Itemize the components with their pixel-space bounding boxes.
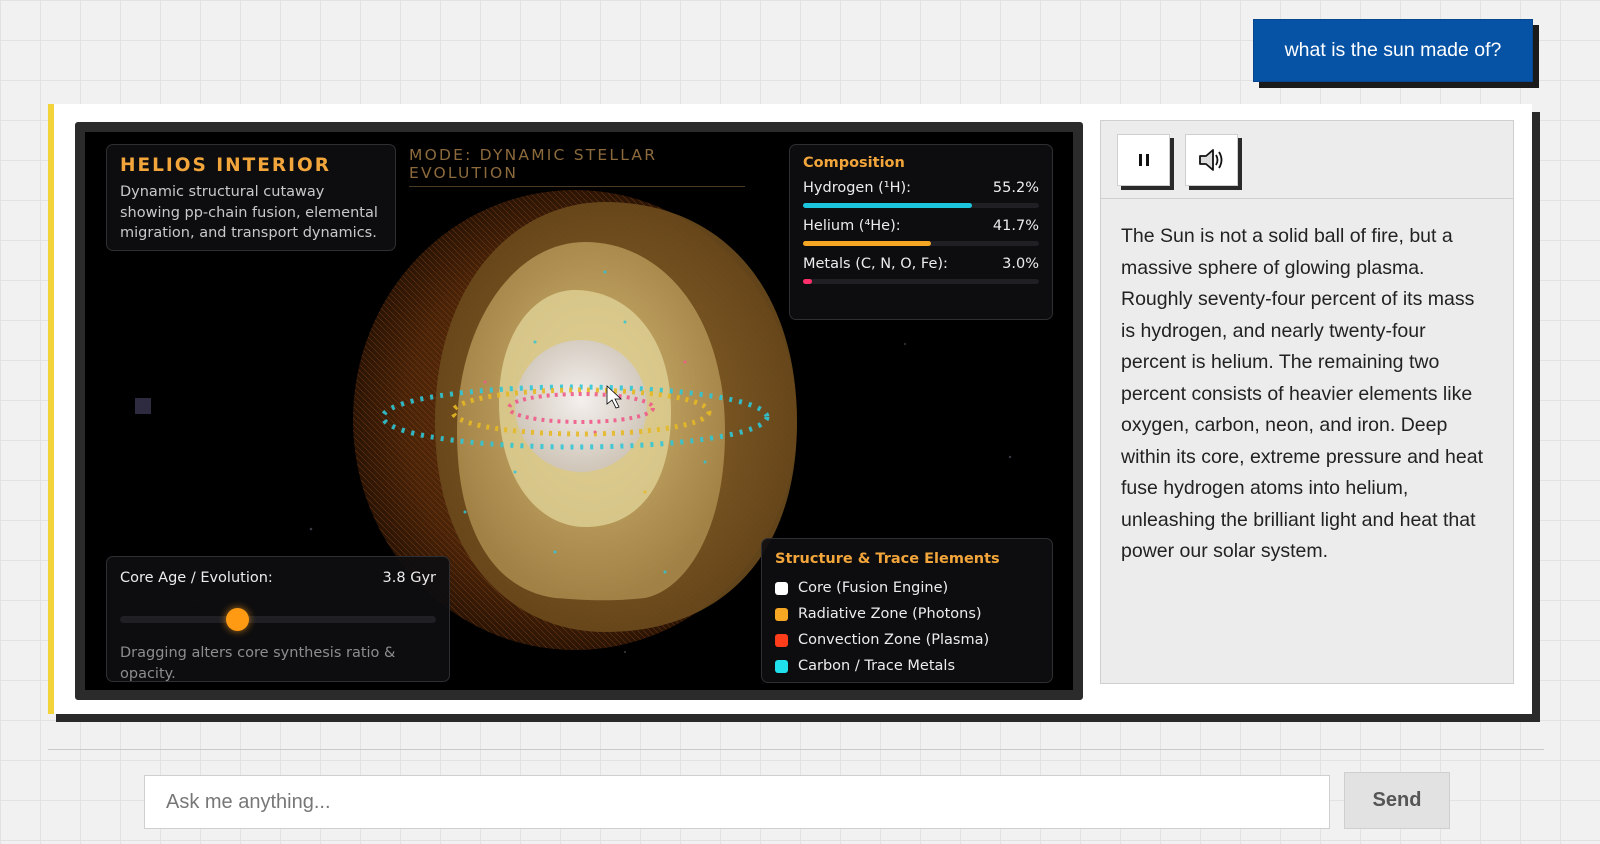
legend-item-radiative: Radiative Zone (Photons)	[775, 601, 1039, 627]
volume-button[interactable]	[1185, 134, 1238, 186]
legend-swatch	[775, 633, 788, 647]
composition-value: 41.7%	[992, 218, 1039, 234]
composition-title: Composition	[803, 155, 905, 171]
composition-panel: Composition Hydrogen (¹H): 55.2% Helium …	[789, 144, 1053, 320]
chat-input[interactable]	[144, 775, 1330, 829]
mode-label: MODE: DYNAMIC STELLAR EVOLUTION	[409, 146, 745, 187]
legend-swatch	[775, 607, 788, 621]
composition-label: Hydrogen (¹H):	[803, 180, 912, 196]
legend-label: Core (Fusion Engine)	[798, 580, 949, 596]
composition-label: Metals (C, N, O, Fe):	[803, 256, 948, 272]
legend-label: Radiative Zone (Photons)	[798, 606, 982, 622]
legend-label: Carbon / Trace Metals	[798, 658, 956, 674]
viz-title: HELIOS INTERIOR	[120, 155, 332, 176]
core-age-note: Dragging alters core synthesis ratio & o…	[120, 645, 396, 682]
composition-value: 3.0%	[1002, 256, 1039, 272]
composition-row-helium: Helium (⁴He): 41.7%	[803, 218, 1039, 246]
transcript-panel: The Sun is not a solid ball of fire, but…	[1100, 120, 1514, 684]
composition-label: Helium (⁴He):	[803, 218, 901, 234]
speaker-icon	[1198, 149, 1222, 171]
pause-button[interactable]	[1117, 134, 1170, 186]
legend-panel: Structure & Trace Elements Core (Fusion …	[761, 538, 1053, 683]
pause-icon	[1138, 154, 1149, 166]
divider	[48, 749, 1544, 750]
audio-toolbar	[1101, 121, 1513, 199]
transcript-text: The Sun is not a solid ball of fire, but…	[1121, 225, 1484, 562]
info-panel: HELIOS INTERIOR Dynamic structural cutaw…	[106, 144, 396, 251]
core-age-slider-thumb[interactable]	[225, 608, 249, 631]
composition-bar-fill	[803, 279, 813, 284]
user-message-bubble: what is the sun made of?	[1253, 19, 1533, 82]
core-age-panel: Core Age / Evolution: 3.8 Gyr Dragging a…	[106, 556, 450, 682]
composition-value: 55.2%	[992, 180, 1039, 196]
composition-row-hydrogen: Hydrogen (¹H): 55.2%	[803, 180, 1039, 208]
composition-bar-track	[803, 279, 1039, 284]
composition-bar-fill	[803, 241, 931, 246]
legend-item-trace: Carbon / Trace Metals	[775, 653, 1039, 679]
legend-swatch	[775, 581, 788, 595]
core-age-label: Core Age / Evolution:	[120, 570, 273, 586]
legend-title: Structure & Trace Elements	[775, 551, 1000, 567]
legend-swatch	[775, 659, 788, 673]
legend-label: Convection Zone (Plasma)	[798, 632, 990, 648]
response-card: HELIOS INTERIOR Dynamic structural cutaw…	[48, 104, 1532, 714]
composition-bar-fill	[803, 203, 973, 208]
legend-item-core: Core (Fusion Engine)	[775, 575, 1039, 601]
composition-bar-track	[803, 241, 1039, 246]
legend-item-convection: Convection Zone (Plasma)	[775, 627, 1039, 653]
composition-row-metals: Metals (C, N, O, Fe): 3.0%	[803, 256, 1039, 284]
send-button[interactable]: Send	[1344, 772, 1450, 829]
viz-description: Dynamic structural cutaway showing pp-ch…	[120, 184, 378, 241]
composition-bar-track	[803, 203, 1039, 208]
core-age-slider[interactable]	[120, 608, 436, 631]
core-age-value: 3.8 Gyr	[382, 570, 436, 586]
sun-visualization[interactable]: HELIOS INTERIOR Dynamic structural cutaw…	[75, 122, 1083, 700]
